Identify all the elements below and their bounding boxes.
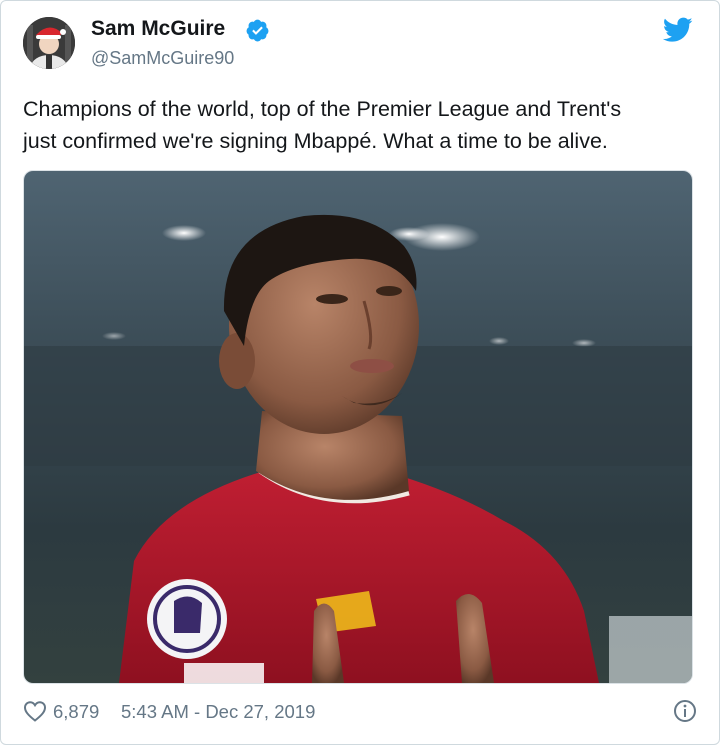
author-handle[interactable]: @SamMcGuire90 [91,48,234,69]
avatar-image [23,17,75,69]
heart-icon[interactable] [23,700,47,722]
tweet-text-line: just confirmed we're signing Mbappé. Wha… [23,129,608,153]
avatar[interactable] [23,17,75,69]
tweet-photo[interactable] [23,170,693,684]
tweet-text-line: Champions of the world, top of the Premi… [23,97,622,121]
tweet-card: Sam McGuire @SamMcGuire90 Champions of t… [0,0,720,745]
tweet-text: Champions of the world, top of the Premi… [23,93,699,157]
author-name[interactable]: Sam McGuire [91,17,225,41]
tweet-footer: 6,879 5:43 AM - Dec 27, 2019 [23,698,699,726]
photo-illustration [24,171,692,683]
twitter-bird-icon[interactable] [663,17,693,43]
verified-badge-icon [246,19,269,42]
like-count[interactable]: 6,879 [53,701,99,723]
timestamp-link[interactable]: 5:43 AM - Dec 27, 2019 [121,701,315,723]
info-icon[interactable] [673,699,697,723]
